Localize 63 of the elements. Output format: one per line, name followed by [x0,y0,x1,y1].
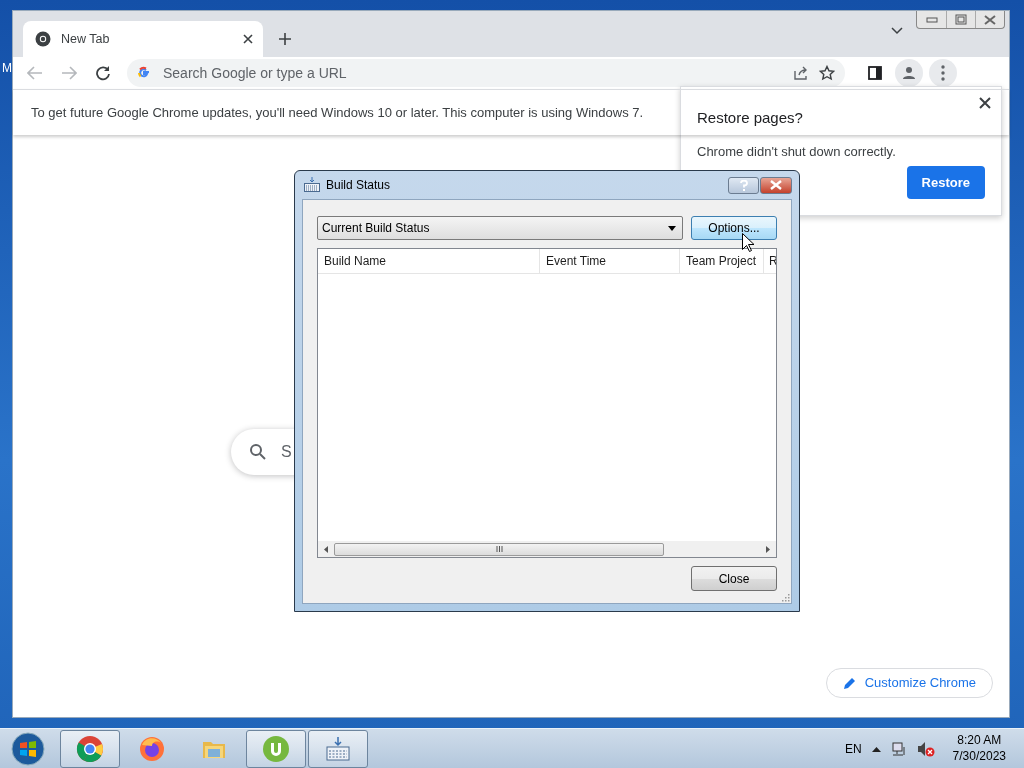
pencil-icon [842,676,857,690]
update-message: To get future Google Chrome updates, you'll need Windows 10 or later. This computer is using Windows 7. [31,103,644,122]
network-icon[interactable] [890,740,907,757]
close-button[interactable] [760,176,792,194]
reload-icon [95,65,111,81]
minimize-icon [925,16,938,23]
chevron-down-icon [891,27,903,35]
close-icon [977,95,993,111]
dropdown-arrow-icon [668,225,676,231]
show-hidden-icons-icon[interactable] [871,745,881,752]
help-button[interactable] [728,176,759,194]
google-g-icon [137,66,151,80]
close-icon [984,14,996,25]
person-icon [901,65,917,81]
menu-dots-icon [941,65,945,81]
back-arrow-icon [27,66,43,80]
search-icon [249,443,267,461]
close-icon[interactable] [243,34,253,44]
muted-speaker-icon[interactable] [916,740,935,757]
taskbar-button[interactable] [246,729,306,768]
horizontal-scrollbar[interactable] [318,541,776,557]
menu-button[interactable] [929,59,957,87]
bubble-message: Chrome didn't shut down correctly. [697,142,897,161]
star-icon[interactable] [819,65,835,81]
restore-icon [955,14,967,25]
close-button[interactable] [977,95,993,111]
forward-arrow-icon [61,66,77,80]
bubble-title: Restore pages? [697,108,804,128]
keyboard-icon [304,177,320,193]
windows-logo-icon [11,731,45,766]
dialog-title: Build Status [326,177,391,194]
plus-icon [278,32,292,46]
scroll-thumb[interactable] [334,542,664,556]
profile-button[interactable] [895,59,923,87]
address-bar[interactable]: Search Google or type a URL [127,59,845,87]
keyboard-icon [324,734,352,763]
scroll-right-icon[interactable] [766,545,770,553]
grip-icon [495,546,503,552]
column-header[interactable]: Event Time [540,249,680,273]
taskbar-button[interactable] [60,729,120,768]
firefox-logo-icon [138,734,166,763]
options-button[interactable]: Options... [691,216,777,240]
chrome-logo-icon [35,31,51,47]
question-mark-icon [739,179,748,191]
clock[interactable]: 8:20 AM 7/30/2023 [952,732,1006,765]
customize-chrome-button[interactable]: Customize Chrome [825,668,993,698]
close-button[interactable]: Close [691,566,777,591]
resize-grip-icon[interactable] [781,593,790,602]
side-panel-icon [868,66,882,80]
address-input[interactable]: Search Google or type a URL [161,61,783,85]
desktop-icon-label: M [2,60,12,77]
browser-tab[interactable]: New Tab [23,21,263,57]
build-view-dropdown[interactable]: Current Build Status [317,216,683,240]
language-indicator[interactable]: EN [844,739,862,758]
column-header[interactable]: Build Name [318,249,540,273]
restore-button[interactable]: Restore [906,165,985,199]
taskbar-button[interactable] [308,729,368,768]
scroll-left-icon[interactable] [324,545,328,553]
close-icon [770,180,782,190]
tab-search-button[interactable] [891,27,903,35]
utorrent-logo-icon [262,734,290,763]
share-icon[interactable] [793,65,809,81]
chrome-logo-icon [76,734,104,763]
